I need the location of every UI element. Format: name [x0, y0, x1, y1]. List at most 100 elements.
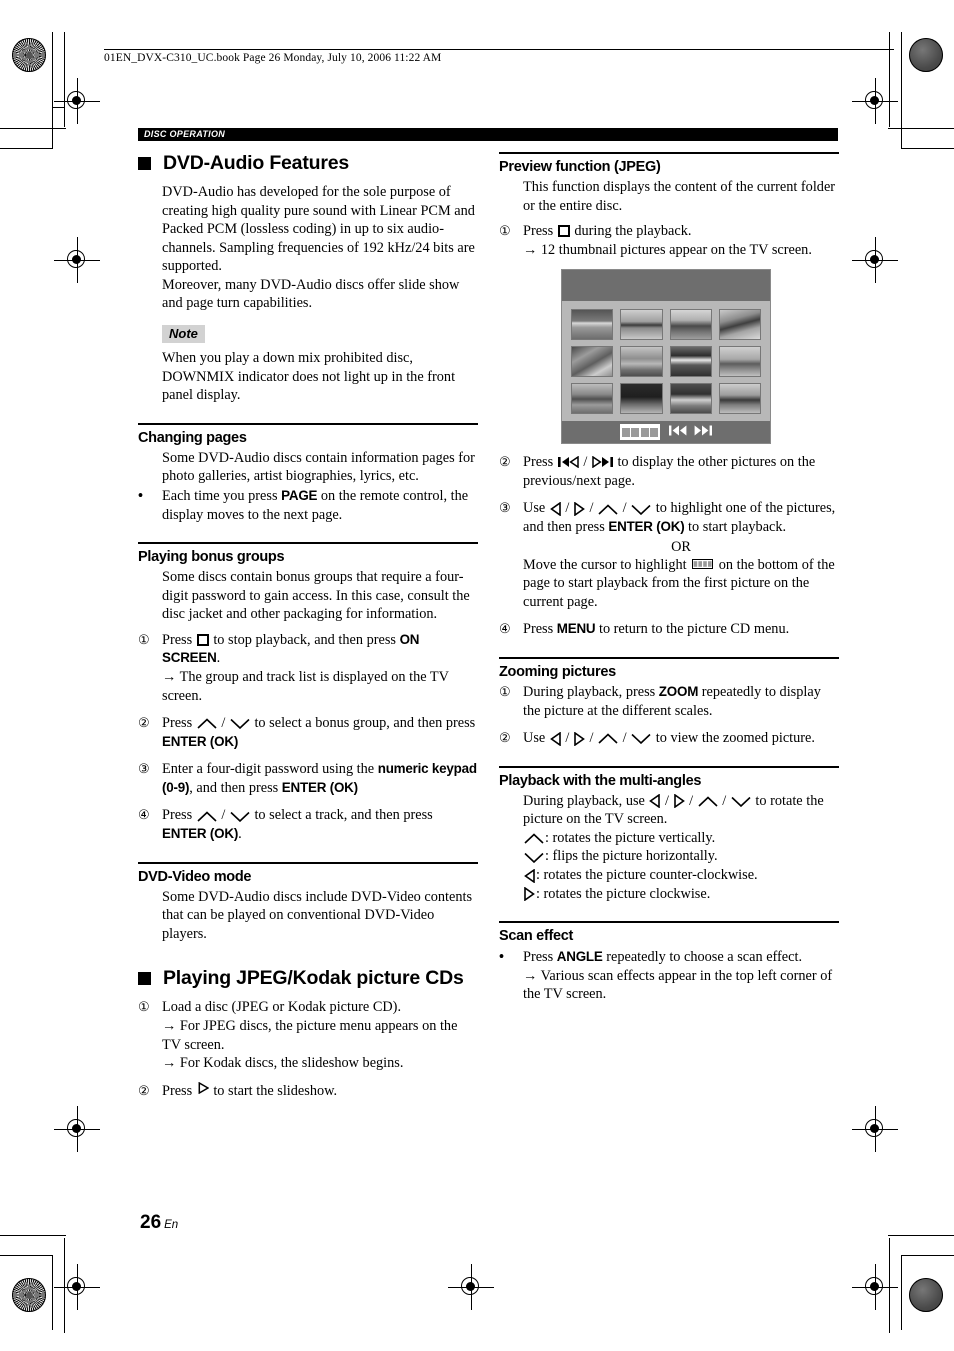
bullet-arrow-note: → Various scan effects appear in the top… — [523, 967, 833, 1003]
right-column: Preview function (JPEG) This function di… — [499, 152, 839, 1004]
step-marker: ② — [499, 730, 511, 746]
triangle-right-icon — [574, 731, 585, 746]
step-marker: ① — [499, 683, 511, 699]
thumbnail[interactable] — [620, 309, 663, 341]
step-arrow-note: → For Kodak discs, the slideshow begins. — [162, 1055, 404, 1072]
step-marker: ① — [138, 999, 150, 1015]
header-rule — [104, 49, 894, 50]
or-label: OR — [671, 538, 691, 555]
thumbnail[interactable] — [571, 383, 614, 415]
step-content: Press to start the slideshow. — [162, 1081, 478, 1101]
bullet-text: Each time you press PAGE on the remote c… — [162, 487, 478, 524]
step-marker: ② — [499, 454, 511, 470]
bullet-pre: Each time you press — [162, 487, 282, 504]
triangle-down-icon — [524, 852, 544, 863]
triangle-up-icon — [698, 796, 718, 807]
section-changing-pages: Changing pages Some DVD-Audio discs cont… — [138, 422, 478, 524]
step-marker: ④ — [138, 807, 150, 823]
triangle-down-icon — [631, 733, 651, 745]
or-text: Move the cursor to highlight on the bott… — [523, 556, 839, 612]
step-post: . — [238, 826, 242, 843]
page-footer: 26 En — [140, 1212, 178, 1234]
section-heading: Zooming pictures — [499, 663, 616, 680]
header-file-line: 01EN_DVX-C310_UC.book Page 26 Monday, Ju… — [104, 52, 442, 64]
step-content: Press during the playback. → 12 thumbnai… — [523, 222, 839, 259]
section-scan-effect: Scan effect • Press ANGLE repeatedly to … — [499, 921, 839, 1004]
thumbnail[interactable] — [718, 346, 761, 378]
section-heading: Playing bonus groups — [138, 549, 285, 566]
step-content: Press / to select a bonus group, and the… — [162, 715, 476, 749]
step-mid: to select a track, and then press — [250, 807, 433, 824]
triangle-right-icon — [574, 502, 585, 517]
major-heading-text: Playing JPEG/Kodak picture CDs — [163, 967, 464, 990]
dvd-video-mode-paragraph: Some DVD-Audio discs include DVD-Video c… — [162, 888, 473, 942]
step-pre: Use — [523, 500, 549, 517]
step-text: Load a disc (JPEG or Kodak picture CD). — [162, 999, 402, 1016]
legend-text: : rotates the picture counter-clockwise. — [536, 866, 758, 883]
triangle-right-icon — [524, 887, 535, 902]
triangle-up-icon — [197, 811, 217, 822]
multi-angles-paragraph: During playback, use / / / to rotate the… — [523, 792, 824, 828]
skip-next-icon[interactable] — [694, 423, 712, 441]
step-marker: ① — [499, 223, 511, 239]
multi-angles-legend-row: : rotates the picture clockwise. — [499, 885, 839, 904]
multi-angles-legend-row: : rotates the picture vertically. — [499, 829, 839, 848]
thumbnail[interactable] — [571, 346, 614, 378]
filmstrip-icon[interactable] — [620, 424, 660, 441]
thumbnail[interactable] — [718, 309, 761, 341]
triangle-down-icon — [731, 796, 751, 807]
scan-effect-bullet: • Press ANGLE repeatedly to choose a sca… — [499, 948, 839, 1004]
thumbnail[interactable] — [669, 346, 712, 378]
thumbnail[interactable] — [718, 383, 761, 415]
triangle-left-icon — [524, 868, 535, 883]
skip-previous-icon — [557, 456, 579, 469]
section-dvd-video-mode: DVD-Video mode Some DVD-Audio discs incl… — [138, 861, 478, 944]
thumbnail[interactable] — [620, 346, 663, 378]
filmstrip-frame — [631, 425, 640, 439]
filmstrip-frame — [621, 425, 630, 439]
step-item: ④ Press / to select a track, and then pr… — [138, 806, 478, 843]
or-text-pre: Move the cursor to highlight — [523, 556, 691, 573]
step-marker: ③ — [138, 761, 150, 777]
step-content: Press MENU to return to the picture CD m… — [523, 620, 839, 639]
step-pre: Enter a four-digit password using the — [162, 761, 378, 778]
step-arrow-note: → The group and track list is displayed … — [162, 668, 449, 704]
section-playing-bonus-groups: Playing bonus groups Some discs contain … — [138, 542, 478, 844]
step-bold-key: ZOOM — [658, 683, 699, 699]
stop-icon — [557, 224, 570, 237]
step-content: Use / / / to view the zoomed picture. — [523, 730, 815, 747]
running-head-bar: DISC OPERATION — [138, 128, 838, 141]
dvd-audio-intro-paragraph-2: Moreover, many DVD-Audio discs offer sli… — [162, 276, 460, 312]
preview-paragraph: This function displays the content of th… — [523, 179, 836, 214]
bullet-post: repeatedly to choose a scan effect. — [602, 949, 803, 966]
running-head-label: DISC OPERATION — [144, 129, 226, 139]
thumbnail[interactable] — [620, 383, 663, 415]
thumbnail[interactable] — [571, 309, 614, 341]
thumbnail[interactable] — [669, 383, 712, 415]
multi-angles-legend-row: : rotates the picture counter-clockwise. — [499, 866, 839, 885]
triangle-up-icon — [524, 833, 544, 844]
skip-next-icon — [592, 456, 613, 469]
step-item: ④ Press MENU to return to the picture CD… — [499, 620, 839, 639]
bonus-groups-paragraph: Some discs contain bonus groups that req… — [162, 569, 470, 623]
step-mid: to stop playback, and then press — [209, 631, 400, 648]
bullet-bold-key: PAGE — [281, 487, 318, 503]
section-preview-function: Preview function (JPEG) This function di… — [499, 152, 839, 639]
step-bold-key-2: ENTER (OK) — [281, 779, 358, 795]
triangle-left-icon — [549, 731, 561, 746]
triangle-down-icon — [230, 811, 250, 822]
section-heading: Scan effect — [499, 928, 574, 945]
changing-pages-paragraph: Some DVD-Audio discs contain information… — [162, 449, 475, 485]
thumbnail[interactable] — [669, 309, 712, 341]
step-pre: Use — [523, 730, 549, 747]
note-box: Note When you play a down mix prohibited… — [138, 325, 478, 405]
section-heading: Preview function (JPEG) — [499, 159, 661, 175]
step-marker: ④ — [499, 621, 511, 637]
step-pre: Press — [523, 223, 557, 240]
step-item: ② Use / / / to view the zoomed picture. — [499, 729, 839, 748]
legend-text: : rotates the picture vertically. — [545, 829, 716, 846]
square-bullet-icon — [138, 972, 151, 986]
legend-text: : flips the picture horizontally. — [545, 848, 718, 865]
skip-previous-icon[interactable] — [668, 423, 687, 441]
filmstrip-icon — [692, 556, 714, 575]
